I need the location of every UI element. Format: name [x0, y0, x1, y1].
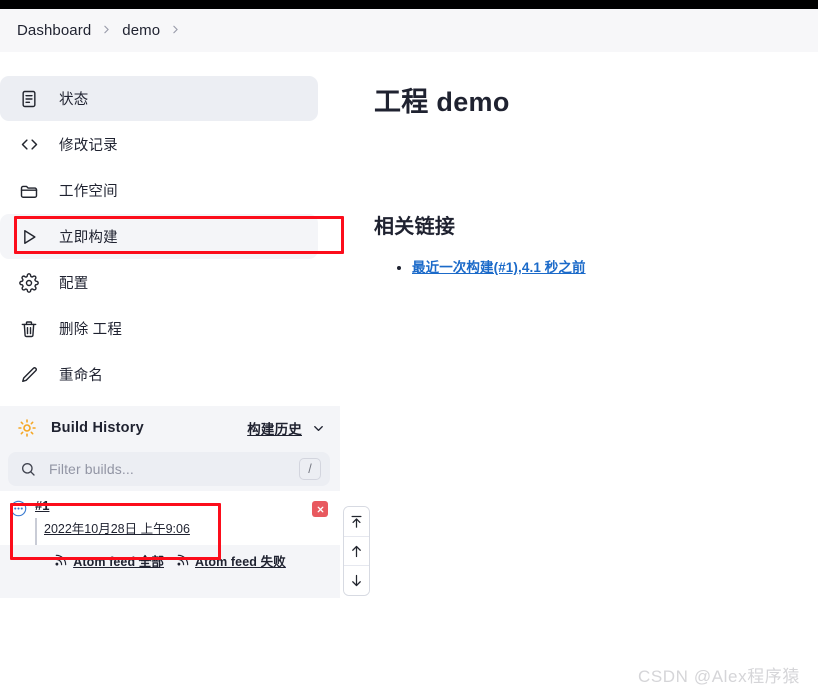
build-timeline-bar [35, 518, 37, 545]
build-history-title: Build History [51, 420, 144, 436]
build-timestamp-link[interactable]: 2022年10月28日 上午9:06 [44, 518, 190, 537]
sidebar-item-label: 立即构建 [59, 230, 118, 246]
arrow-down-icon [349, 573, 364, 588]
sidebar-item-label: 工作空间 [59, 184, 118, 200]
filter-builds-field[interactable]: Filter builds... / [8, 452, 330, 486]
rss-icon [176, 553, 190, 567]
atom-feed-failed-label: Atom feed 失败 [195, 554, 286, 569]
search-shortcut-badge: / [299, 458, 321, 480]
stop-build-icon[interactable] [312, 501, 328, 517]
sidebar-item-build-now[interactable]: 立即构建 [0, 214, 318, 259]
related-links-list: 最近一次构建(#1),4.1 秒之前 [374, 256, 818, 277]
atom-feed-all-link[interactable]: Atom feed 全部 [54, 551, 164, 570]
jump-to-top-icon [349, 514, 364, 529]
sidebar-item-workspace[interactable]: 工作空间 [0, 168, 318, 213]
sidebar: 状态 修改记录 工作空间 立即构建 配置 删除 工程 重命名 [0, 52, 340, 397]
build-history-dropdown[interactable]: 构建历史 [247, 418, 326, 438]
in-progress-icon [10, 500, 27, 517]
sidebar-item-status[interactable]: 状态 [0, 76, 318, 121]
sidebar-item-label: 重命名 [59, 368, 104, 384]
breadcrumb-item-dashboard[interactable]: Dashboard [17, 22, 91, 39]
build-history-scroll-controls [343, 506, 370, 596]
related-links-heading: 相关链接 [374, 216, 456, 238]
build-history-header: Build History 构建历史 [0, 406, 340, 450]
atom-feeds: Atom feed 全部 Atom feed 失败 [0, 546, 340, 574]
breadcrumb: Dashboard demo [0, 9, 818, 52]
sidebar-item-configure[interactable]: 配置 [0, 260, 318, 305]
trash-icon [18, 318, 40, 340]
sidebar-item-label: 状态 [59, 92, 89, 108]
filter-builds-placeholder: Filter builds... [49, 461, 134, 477]
pencil-icon [18, 364, 40, 386]
build-number-link[interactable]: #1 [35, 498, 49, 513]
sidebar-item-changes[interactable]: 修改记录 [0, 122, 318, 167]
main-content: 工程 demo 相关链接 最近一次构建(#1),4.1 秒之前 [374, 52, 818, 277]
scroll-up-button[interactable] [344, 535, 369, 566]
arrow-up-icon [349, 544, 364, 559]
last-build-link[interactable]: 最近一次构建(#1),4.1 秒之前 [412, 260, 586, 275]
sidebar-item-label: 修改记录 [59, 138, 118, 154]
sidebar-item-rename[interactable]: 重命名 [0, 352, 318, 397]
rss-icon [54, 553, 68, 567]
build-history-panel: Build History 构建历史 Filter builds... / #1… [0, 406, 340, 598]
build-timestamp-wrap: 2022年10月28日 上午9:06 [35, 518, 312, 545]
page-title: 工程 demo [374, 87, 510, 117]
sun-icon [17, 418, 37, 438]
jenkins-job-page: Dashboard demo 状态 修改记录 工作空间 立即构建 配置 删除 工… [0, 0, 818, 699]
build-history-list: #1 2022年10月28日 上午9:06 [0, 491, 340, 545]
scroll-to-top-button[interactable] [344, 507, 369, 536]
sidebar-item-delete-project[interactable]: 删除 工程 [0, 306, 318, 351]
atom-feed-failed-link[interactable]: Atom feed 失败 [176, 551, 286, 570]
folder-icon [18, 180, 40, 202]
scroll-down-button[interactable] [344, 565, 369, 595]
play-icon [18, 226, 40, 248]
build-timestamp-column: 2022年10月28日 上午9:06 [44, 518, 312, 545]
build-entry: #1 2022年10月28日 上午9:06 [35, 497, 312, 545]
list-item: 最近一次构建(#1),4.1 秒之前 [412, 256, 818, 277]
code-icon [18, 134, 40, 156]
chevron-right-icon [100, 23, 113, 36]
top-black-bar [0, 0, 818, 9]
sidebar-item-label: 配置 [59, 276, 89, 292]
watermark: CSDN @Alex程序猿 [637, 667, 800, 686]
chevron-right-icon [169, 23, 182, 36]
gear-icon [18, 272, 40, 294]
document-icon [18, 88, 40, 110]
search-icon [20, 461, 36, 477]
sidebar-item-label: 删除 工程 [59, 322, 123, 338]
build-history-dropdown-label: 构建历史 [247, 422, 302, 437]
atom-feed-all-label: Atom feed 全部 [73, 554, 164, 569]
chevron-down-icon [311, 421, 326, 436]
build-history-row[interactable]: #1 2022年10月28日 上午9:06 [0, 491, 340, 545]
breadcrumb-item-demo[interactable]: demo [122, 22, 160, 39]
